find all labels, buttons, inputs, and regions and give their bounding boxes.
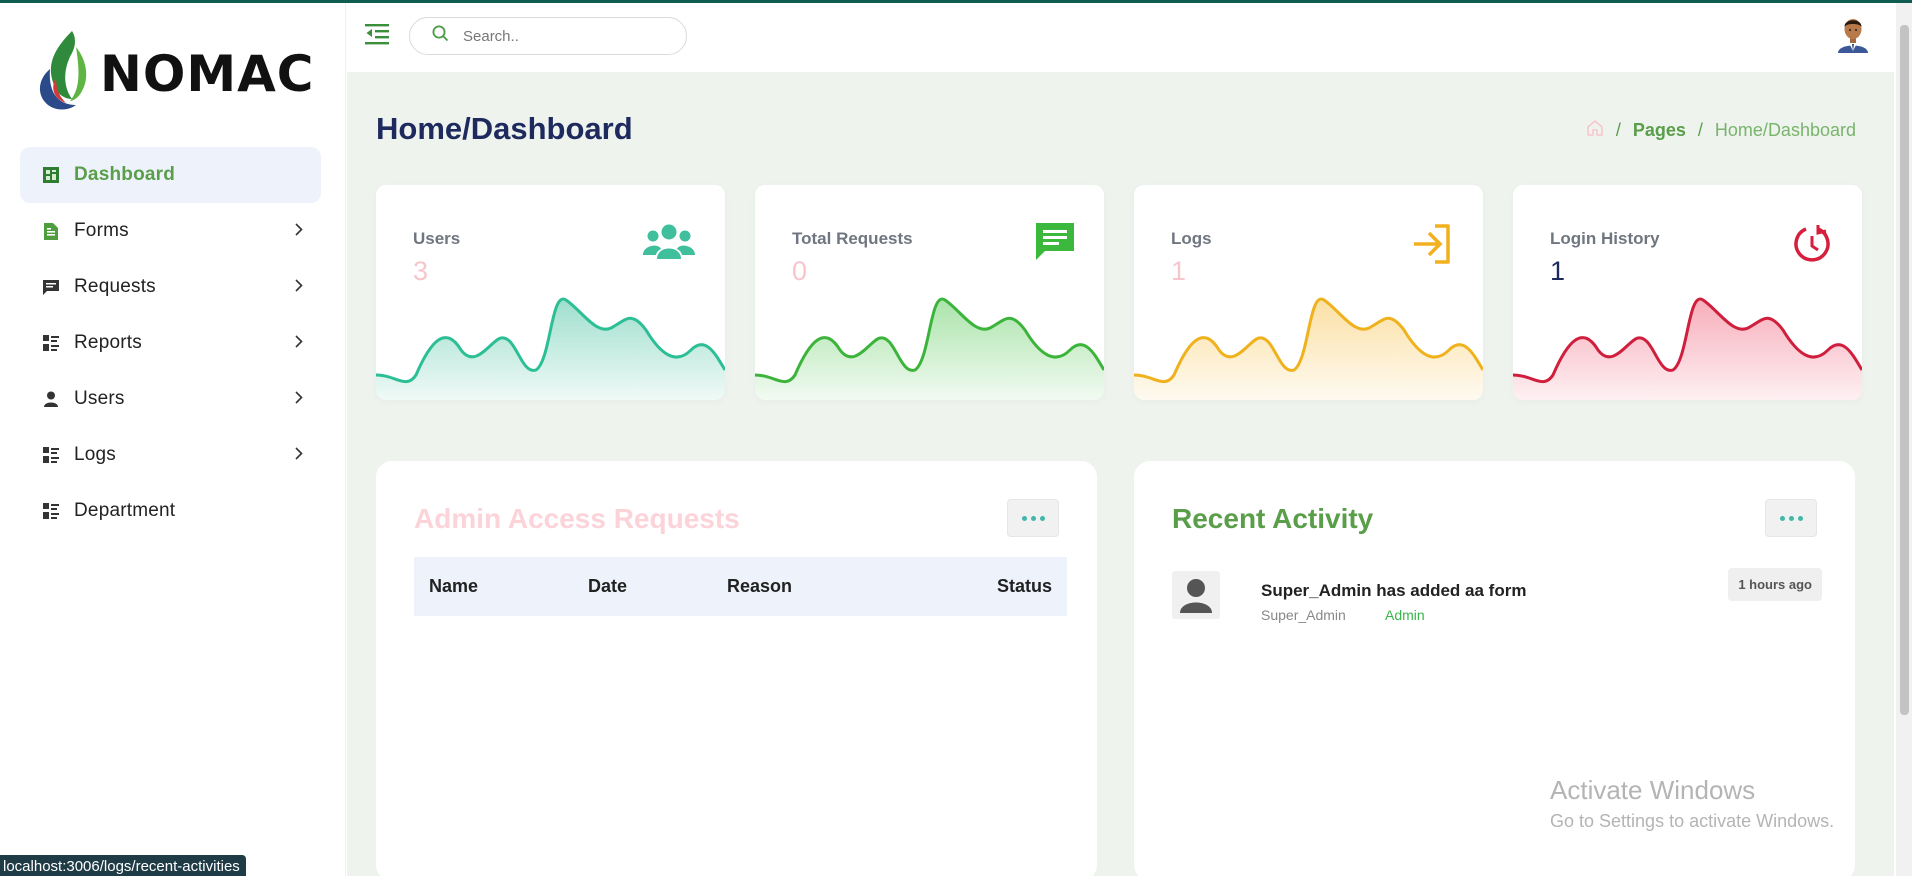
- scrollbar-thumb[interactable]: [1900, 25, 1909, 715]
- sidebar-item-department[interactable]: Department: [20, 483, 321, 539]
- form-icon: [42, 222, 60, 240]
- chevron-right-icon: [295, 279, 303, 297]
- sidebar-item-requests[interactable]: Requests: [20, 259, 321, 315]
- sidebar-item-label: Department: [74, 500, 176, 521]
- windows-activation-title: Activate Windows: [1550, 775, 1756, 805]
- table-header: Name Date Reason Status: [414, 557, 1067, 616]
- dashboard-icon: [42, 166, 60, 184]
- admin-access-requests-panel: Admin Access Requests Name Date Reason S…: [376, 461, 1097, 876]
- activity-role: Admin: [1385, 607, 1425, 623]
- sidebar: NOMAC Dashboard Forms Requests Reports U…: [0, 3, 346, 876]
- dot: [1039, 515, 1045, 521]
- flame-logo-icon: [39, 31, 87, 110]
- dot: [1779, 515, 1785, 521]
- menu-toggle-icon[interactable]: [365, 23, 391, 49]
- stat-card-total-requests[interactable]: Total Requests 0: [755, 185, 1104, 400]
- brand-logo[interactable]: NOMAC: [36, 29, 315, 113]
- login-arrow-icon: [1411, 223, 1453, 270]
- dot: [1021, 515, 1027, 521]
- message-icon: [42, 278, 60, 296]
- sidebar-item-reports[interactable]: Reports: [20, 315, 321, 371]
- column-header-date[interactable]: Date: [588, 576, 627, 597]
- activity-time-badge: 1 hours ago: [1728, 568, 1822, 601]
- sidebar-item-label: Logs: [74, 444, 117, 465]
- department-list-icon: [42, 502, 60, 520]
- page-scrollbar[interactable]: [1896, 3, 1912, 876]
- stat-label: Login History: [1550, 229, 1660, 248]
- sidebar-item-label: Reports: [74, 332, 142, 353]
- stat-card-login-history[interactable]: Login History 1: [1513, 185, 1862, 400]
- avatar: [1172, 571, 1220, 619]
- sidebar-item-label: Users: [74, 388, 125, 409]
- chevron-right-icon: [295, 391, 303, 409]
- user-avatar[interactable]: [1836, 15, 1870, 53]
- top-bar: [347, 3, 1894, 72]
- home-icon[interactable]: [1586, 119, 1604, 142]
- status-bar-url: localhost:3006/logs/recent-activities: [0, 855, 246, 876]
- chevron-right-icon: [295, 335, 303, 353]
- sidebar-item-label: Dashboard: [74, 164, 176, 185]
- search-box[interactable]: [409, 17, 687, 55]
- users-sparkline: [376, 297, 725, 400]
- stat-card-users[interactable]: Users 3: [376, 185, 725, 400]
- stat-label: Logs: [1171, 229, 1212, 248]
- panel-title: Admin Access Requests: [414, 503, 740, 534]
- dot: [1030, 515, 1036, 521]
- sidebar-item-forms[interactable]: Forms: [20, 203, 321, 259]
- dot: [1788, 515, 1794, 521]
- requests-sparkline: [755, 297, 1104, 400]
- report-list-icon: [42, 334, 60, 352]
- search-input[interactable]: [463, 27, 663, 45]
- user-icon: [42, 390, 60, 408]
- users-group-icon: [643, 223, 695, 266]
- more-options-button[interactable]: [1007, 499, 1059, 537]
- more-options-button[interactable]: [1765, 499, 1817, 537]
- sidebar-item-label: Forms: [74, 220, 129, 241]
- breadcrumb: / Pages / Home/Dashboard: [1586, 119, 1856, 142]
- brand-name: NOMAC: [100, 45, 315, 103]
- dot: [1797, 515, 1803, 521]
- search-icon: [432, 25, 449, 47]
- stat-label: Total Requests: [792, 229, 913, 248]
- chevron-right-icon: [295, 447, 303, 465]
- main-content: Home/Dashboard / Pages / Home/Dashboard …: [347, 3, 1894, 876]
- log-list-icon: [42, 446, 60, 464]
- sidebar-item-logs[interactable]: Logs: [20, 427, 321, 483]
- column-header-status[interactable]: Status: [997, 576, 1052, 597]
- stat-label: Users: [413, 229, 461, 248]
- column-header-reason[interactable]: Reason: [727, 576, 792, 597]
- column-header-name[interactable]: Name: [429, 576, 478, 597]
- sidebar-item-dashboard[interactable]: Dashboard: [20, 147, 321, 203]
- breadcrumb-current: Home/Dashboard: [1714, 120, 1856, 140]
- stat-card-logs[interactable]: Logs 1: [1134, 185, 1483, 400]
- breadcrumb-pages-link[interactable]: Pages: [1633, 120, 1686, 141]
- page-title: Home/Dashboard: [376, 111, 633, 146]
- login-history-sparkline: [1513, 297, 1862, 400]
- sidebar-item-label: Requests: [74, 276, 156, 297]
- sidebar-item-users[interactable]: Users: [20, 371, 321, 427]
- breadcrumb-separator: /: [1615, 120, 1621, 140]
- activity-item[interactable]: Super_Admin has added aa form Super_Admi…: [1172, 568, 1822, 631]
- logs-sparkline: [1134, 297, 1483, 400]
- chevron-right-icon: [295, 223, 303, 241]
- activity-text: Super_Admin has added aa form: [1261, 581, 1527, 600]
- panel-title: Recent Activity: [1172, 503, 1374, 534]
- history-icon: [1792, 223, 1832, 270]
- windows-activation-subtitle: Go to Settings to activate Windows.: [1550, 811, 1835, 831]
- breadcrumb-separator: /: [1697, 120, 1703, 140]
- activity-user: Super_Admin: [1261, 607, 1346, 623]
- sidebar-nav: Dashboard Forms Requests Reports Users L…: [20, 147, 321, 539]
- chat-bubble-icon: [1036, 223, 1074, 266]
